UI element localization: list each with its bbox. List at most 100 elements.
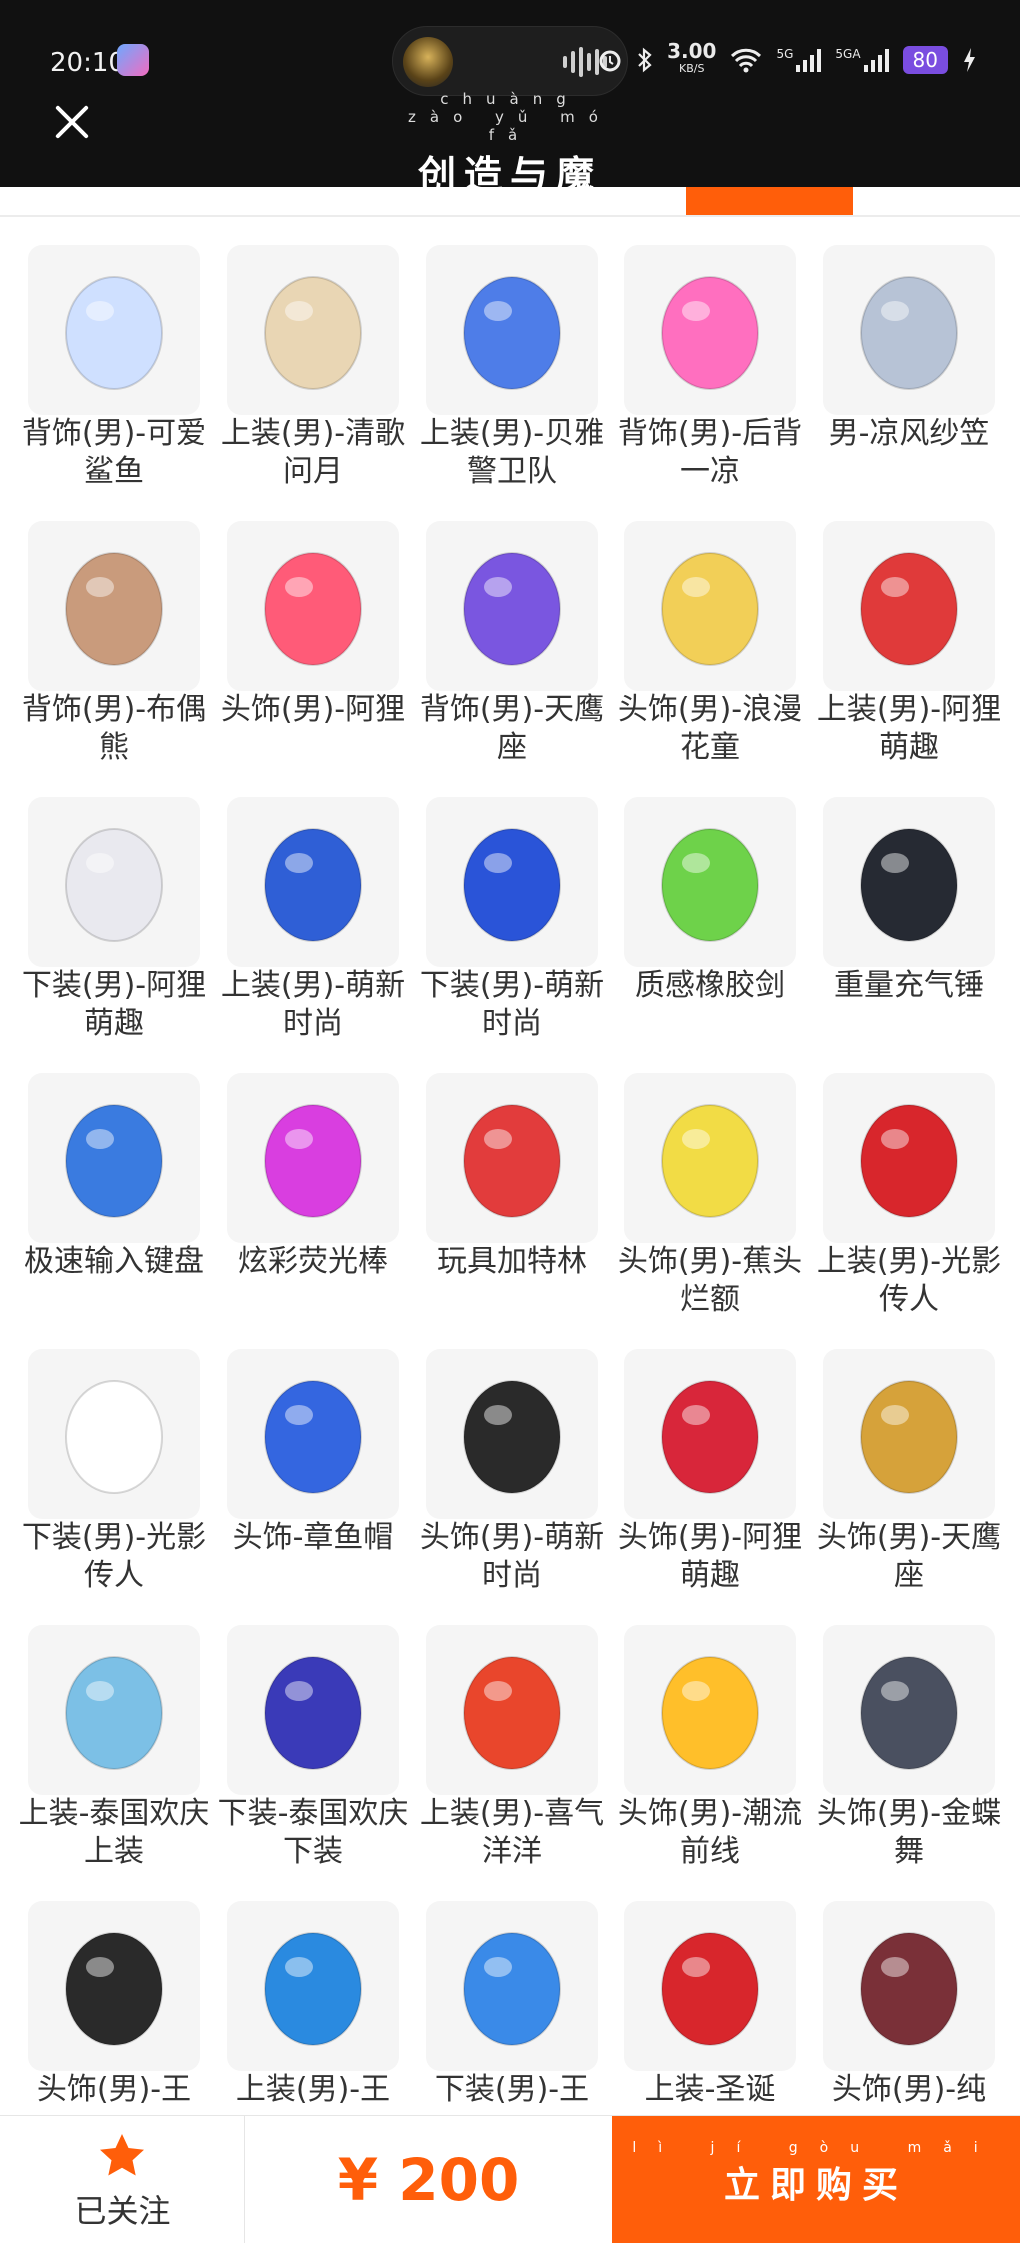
- item-card[interactable]: 头饰-章鱼帽: [227, 1321, 426, 1591]
- item-name: 下装(男)-萌新时尚: [419, 968, 605, 1041]
- item-thumbnail: [426, 1349, 598, 1519]
- item-name: 男-凉风纱笠: [828, 416, 990, 451]
- item-card[interactable]: 头饰(男)-阿狸: [221, 493, 426, 763]
- item-name: 上装(男)-王: [235, 2072, 391, 2107]
- item-card[interactable]: 玩具加特林: [426, 1045, 625, 1315]
- item-card[interactable]: 背饰(男)-布偶熊: [22, 493, 227, 765]
- status-icons: 3.00 KB/S 5G 5GA 80: [597, 40, 976, 80]
- item-card[interactable]: 下装-泰国欢庆下装: [218, 1597, 426, 1869]
- item-card[interactable]: 头饰(男)-王: [28, 1873, 227, 2115]
- item-card[interactable]: 下装(男)-萌新时尚: [420, 769, 625, 1041]
- item-thumbnail: [823, 245, 995, 415]
- header: 20:10 3.00 KB/S 5G 5GA 80 chuàng zào yǔ …: [0, 0, 1020, 252]
- red-jacket-icon: [860, 1104, 958, 1218]
- item-thumbnail: [823, 1901, 995, 2071]
- item-card[interactable]: 上装(男)-清歌问月: [221, 217, 426, 489]
- item-thumbnail: [426, 521, 598, 691]
- item-card[interactable]: 头饰(男)-阿狸萌趣: [618, 1321, 823, 1593]
- item-card[interactable]: 头饰(男)-金蝶舞: [817, 1597, 1020, 1869]
- item-card[interactable]: 下装(男)-光影传人: [22, 1321, 227, 1593]
- follow-label: 已关注: [74, 2192, 171, 2230]
- item-name: 背饰(男)-天鹰座: [419, 692, 605, 765]
- item-name: 重量充气锤: [834, 968, 984, 1003]
- item-card[interactable]: 男-凉风纱笠: [823, 217, 1020, 487]
- item-thumbnail: [624, 1625, 796, 1795]
- item-thumbnail: [28, 797, 200, 967]
- item-name: 头饰(男)-阿狸: [220, 692, 406, 727]
- item-name: 上装(男)-阿狸萌趣: [816, 692, 1002, 765]
- item-card[interactable]: 背饰(男)-后背一凉: [618, 217, 823, 489]
- battery-indicator: 80: [902, 46, 948, 74]
- item-thumbnail: [227, 1349, 399, 1519]
- item-card[interactable]: 头饰(男)-蕉头烂额: [618, 1045, 823, 1317]
- item-thumbnail: [28, 1349, 200, 1519]
- close-icon[interactable]: [52, 102, 92, 142]
- fox-ears-hair-icon: [661, 1380, 759, 1494]
- item-card[interactable]: 背饰(男)-天鹰座: [420, 493, 625, 765]
- item-name: 头饰(男)-潮流前线: [617, 1796, 803, 1869]
- item-thumbnail: [823, 797, 995, 967]
- bottom-bar: 已关注 ¥ 200 lì jí gòu mǎi 立即购买: [0, 2115, 1020, 2243]
- item-name: 头饰(男)-蕉头烂额: [617, 1244, 803, 1317]
- item-card[interactable]: 重量充气锤: [823, 769, 1020, 1039]
- item-card[interactable]: 头饰(男)-萌新时尚: [420, 1321, 625, 1593]
- music-cover-avatar: [403, 37, 453, 87]
- item-card[interactable]: 上装-泰国欢庆上装: [19, 1597, 227, 1869]
- item-card[interactable]: 上装(男)-王: [227, 1873, 426, 2115]
- signal-5g: 5G: [776, 47, 822, 73]
- star-icon: [100, 2134, 144, 2176]
- charging-icon: [964, 48, 975, 72]
- item-thumbnail: [823, 1349, 995, 1519]
- item-name: 下装-泰国欢庆下装: [217, 1796, 409, 1869]
- bluetooth-icon: [638, 47, 652, 73]
- red-hair-icon: [860, 1932, 958, 2046]
- item-thumbnail: [28, 245, 200, 415]
- item-name: 上装(男)-贝雅警卫队: [419, 416, 605, 489]
- thai-pants-icon: [264, 1656, 362, 1770]
- rubber-sword-icon: [661, 828, 759, 942]
- item-name: 头饰(男)-浪漫花童: [617, 692, 803, 765]
- item-card[interactable]: 上装(男)-萌新时尚: [221, 769, 426, 1041]
- follow-button[interactable]: 已关注: [0, 2116, 245, 2243]
- item-card[interactable]: 上装(男)-喜气洋洋: [420, 1597, 625, 1869]
- spiky-hair-icon: [661, 1656, 759, 1770]
- item-card[interactable]: 下装(男)-王: [426, 1873, 625, 2115]
- item-name: 背饰(男)-可爱鲨鱼: [21, 416, 207, 489]
- item-name: 上装-圣诞: [644, 2072, 776, 2107]
- blue-hoodie-icon: [264, 1932, 362, 2046]
- item-name: 背饰(男)-后背一凉: [617, 416, 803, 489]
- item-card[interactable]: 背饰(男)-可爱鲨鱼: [22, 217, 227, 489]
- thai-top-icon: [65, 1656, 163, 1770]
- item-thumbnail: [227, 1901, 399, 2071]
- item-thumbnail: [624, 1073, 796, 1243]
- item-card[interactable]: 头饰(男)-浪漫花童: [618, 493, 823, 765]
- item-card[interactable]: 下装(男)-阿狸萌趣: [22, 769, 227, 1041]
- blue-pants-icon: [463, 828, 561, 942]
- item-thumbnail: [426, 797, 598, 967]
- buy-now-button[interactable]: lì jí gòu mǎi 立即购买: [612, 2116, 1020, 2243]
- item-name: 下装(男)-王: [434, 2072, 590, 2107]
- item-name: 头饰(男)-阿狸萌趣: [617, 1520, 803, 1593]
- mech-backpack-icon: [463, 552, 561, 666]
- item-name: 上装(男)-光影传人: [816, 1244, 1002, 1317]
- item-card[interactable]: 上装(男)-贝雅警卫队: [420, 217, 625, 489]
- item-card[interactable]: 上装(男)-光影传人: [817, 1045, 1020, 1317]
- item-name: 上装(男)-清歌问月: [220, 416, 406, 489]
- active-tab-indicator: [686, 187, 853, 215]
- buy-pinyin: lì jí gòu mǎi: [632, 2140, 1000, 2156]
- item-card[interactable]: 炫彩荧光棒: [227, 1045, 426, 1315]
- item-card[interactable]: 头饰(男)-纯: [823, 1873, 1020, 2115]
- short-hair-icon: [65, 1932, 163, 2046]
- boots-icon: [65, 1380, 163, 1494]
- item-card[interactable]: 质感橡胶剑: [624, 769, 823, 1039]
- item-name: 上装(男)-萌新时尚: [220, 968, 406, 1041]
- wifi-icon: [731, 48, 762, 73]
- item-name: 头饰(男)-金蝶舞: [816, 1796, 1002, 1869]
- dynamic-island[interactable]: [392, 26, 628, 96]
- item-card[interactable]: 头饰(男)-潮流前线: [618, 1597, 823, 1869]
- item-thumbnail: [624, 521, 796, 691]
- item-card[interactable]: 上装(男)-阿狸萌趣: [817, 493, 1020, 765]
- item-card[interactable]: 极速输入键盘: [24, 1045, 227, 1315]
- item-card[interactable]: 头饰(男)-天鹰座: [817, 1321, 1020, 1593]
- item-card[interactable]: 上装-圣诞: [624, 1873, 823, 2115]
